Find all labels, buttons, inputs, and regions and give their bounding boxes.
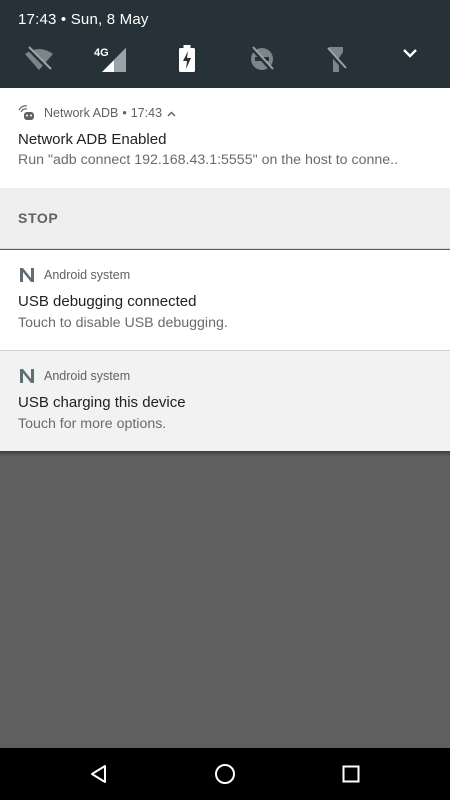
notification-title: USB charging this device [18, 394, 186, 411]
home-icon[interactable] [199, 748, 251, 800]
battery-charging-icon[interactable] [170, 42, 204, 76]
notification-header: Android system [18, 266, 130, 284]
notification-actions: STOP [0, 188, 450, 249]
notification-network-adb[interactable]: Network ADB • 17:43 Network ADB Enabled … [0, 88, 450, 188]
navigation-bar [0, 748, 450, 800]
cellular-4g-icon[interactable]: 4G [94, 42, 128, 76]
notification-header: Network ADB • 17:43 [18, 104, 176, 122]
separator-dot: • [122, 106, 127, 120]
network-type-badge: 4G [94, 47, 109, 59]
network-adb-app-icon [18, 104, 36, 122]
notification-usb-debugging[interactable]: Android system USB debugging connected T… [0, 250, 450, 350]
chevron-up-icon[interactable] [167, 106, 176, 120]
notification-app-name: Android system [44, 369, 131, 383]
notification-text: Touch to disable USB debugging. [18, 315, 228, 331]
do-not-disturb-off-icon[interactable] [245, 42, 279, 76]
notification-app-name: Network ADB [44, 106, 119, 120]
android-system-icon [18, 367, 36, 385]
notification-title: Network ADB Enabled [18, 131, 167, 148]
notification-text: Touch for more options. [18, 416, 167, 432]
notification-time: 17:43 [130, 106, 163, 120]
notification-text: Run "adb connect 192.168.43.1:5555" on t… [18, 152, 399, 168]
chevron-down-icon[interactable] [393, 36, 427, 70]
notification-header: Android system [18, 367, 130, 385]
panel-shadow [0, 451, 450, 456]
flashlight-off-icon[interactable] [319, 42, 353, 76]
wifi-off-icon[interactable] [22, 42, 56, 76]
notification-usb-charging[interactable]: Android system USB charging this device … [0, 351, 450, 451]
quick-settings-row: 4G [0, 42, 450, 76]
status-time-date: 17:43 • Sun, 8 May [18, 11, 149, 28]
android-system-icon [18, 266, 36, 284]
quick-settings-panel: 17:43 • Sun, 8 May 4G [0, 0, 450, 88]
stop-button[interactable]: STOP [18, 210, 58, 226]
back-icon[interactable] [73, 748, 125, 800]
recents-icon[interactable] [325, 748, 377, 800]
notification-app-name: Android system [44, 268, 131, 282]
notification-title: USB debugging connected [18, 293, 197, 310]
